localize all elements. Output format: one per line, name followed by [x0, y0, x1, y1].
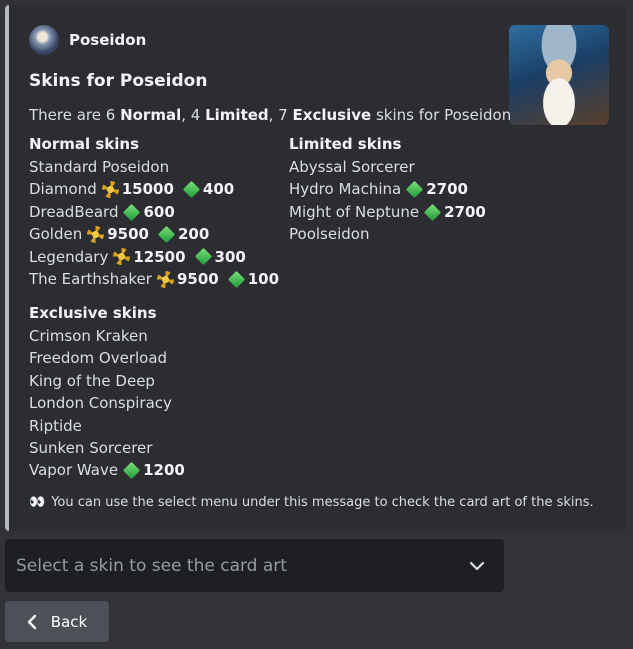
embed-author: Poseidon	[29, 25, 146, 55]
gem-currency-icon	[123, 203, 141, 221]
skin-select-menu[interactable]: Select a skin to see the card art	[5, 539, 504, 592]
skin-entry: King of the Deep	[29, 370, 189, 392]
skin-entry: Riptide	[29, 415, 189, 437]
skin-name: Standard Poseidon	[29, 158, 170, 176]
skin-name: Might of Neptune	[289, 202, 420, 221]
skin-entry: Diamond 15000 400	[29, 178, 283, 200]
skin-name: Diamond	[29, 180, 97, 199]
skin-name: King of the Deep	[29, 371, 155, 390]
normal-skins-field: Normal skins Standard Poseidon Diamond 150…	[29, 135, 283, 290]
skins-embed: Poseidon Skins for Poseidon There are 6 …	[5, 5, 625, 531]
skin-name: Sunken Sorcerer	[29, 439, 153, 458]
gem-price: 2700	[426, 180, 468, 199]
skin-name: Poolseidon	[289, 225, 370, 244]
sun-price: 15000	[121, 180, 174, 199]
normal-skins-title: Normal skins	[29, 135, 140, 153]
skin-entry: DreadBeard 600	[29, 201, 283, 223]
sun-currency-icon	[87, 225, 105, 243]
sun-currency-icon	[113, 248, 131, 266]
skin-name: The Earthshaker	[29, 270, 152, 289]
gem-price: 100	[247, 270, 280, 289]
skin-name: Riptide	[29, 416, 82, 435]
skin-entry: The Earthshaker 9500 100	[29, 268, 283, 290]
gem-currency-icon	[423, 203, 442, 221]
limited-skins-title: Limited skins	[289, 135, 402, 153]
exclusive-skins-title: Exclusive skins	[29, 304, 157, 322]
exclusive-skins-field: Exclusive skins Crimson Kraken Freedom Ov…	[29, 304, 189, 482]
skin-name: DreadBeard	[29, 202, 119, 221]
skin-name: Hydro Machina	[289, 180, 402, 199]
skin-name: Legendary	[29, 247, 109, 266]
skin-name: Crimson Kraken	[29, 327, 148, 345]
gem-currency-icon	[157, 225, 176, 244]
sun-price: 9500	[107, 225, 149, 244]
gem-price: 200	[177, 225, 210, 244]
skin-name: Vapor Wave	[29, 461, 119, 480]
gem-currency-icon	[406, 180, 424, 199]
skin-entry: Crimson Kraken	[29, 325, 189, 347]
chevron-down-icon	[462, 551, 492, 581]
chevron-left-icon	[27, 614, 37, 630]
author-name: Poseidon	[69, 31, 147, 49]
gem-currency-icon	[122, 461, 141, 480]
skin-entry: Sunken Sorcerer	[29, 437, 189, 459]
embed-footer: 👀 You can use the select menu under this…	[29, 495, 594, 510]
skin-entry: Standard Poseidon	[29, 156, 283, 178]
embed-description: There are 6 Normal, 4 Limited, 7 Exclusi…	[29, 106, 512, 124]
skin-entry: Might of Neptune 2700	[289, 201, 490, 223]
skin-entry: Poolseidon	[289, 223, 490, 245]
skin-entry: Freedom Overload	[29, 347, 189, 369]
embed-title: Skins for Poseidon	[29, 71, 208, 91]
gem-currency-icon	[182, 180, 201, 199]
select-placeholder: Select a skin to see the card art	[16, 555, 287, 576]
back-button[interactable]: Back	[5, 601, 109, 642]
skin-name: Abyssal Sorcerer	[289, 158, 415, 176]
sun-currency-icon	[156, 270, 174, 288]
poseidon-thumbnail[interactable]	[509, 25, 609, 125]
skin-entry: Vapor Wave 1200	[29, 459, 189, 481]
gem-price: 600	[143, 202, 175, 221]
footer-text: You can use the select menu under this m…	[51, 495, 594, 510]
skin-entry: Abyssal Sorcerer	[289, 156, 490, 178]
skin-name: London Conspiracy	[29, 394, 172, 413]
gem-price: 1200	[143, 461, 185, 480]
sun-price: 9500	[176, 270, 219, 289]
author-avatar	[29, 25, 59, 55]
skin-entry: London Conspiracy	[29, 392, 189, 414]
back-label: Back	[50, 612, 88, 631]
skin-entry: Hydro Machina 2700	[289, 178, 490, 200]
skin-name: Golden	[29, 225, 83, 244]
eyes-icon: 👀	[29, 495, 46, 510]
limited-skins-field: Limited skins Abyssal Sorcerer Hydro Mach…	[289, 135, 490, 246]
sun-price: 12500	[133, 247, 186, 266]
skin-entry: Legendary 12500 300	[29, 246, 283, 268]
gem-price: 400	[202, 180, 235, 199]
gem-price: 300	[214, 247, 246, 266]
gem-currency-icon	[227, 270, 245, 288]
skin-name: Freedom Overload	[29, 349, 168, 368]
gem-price: 2700	[444, 202, 486, 221]
gem-currency-icon	[194, 248, 212, 266]
skin-entry: Golden 9500 200	[29, 223, 283, 245]
sun-currency-icon	[101, 181, 119, 199]
